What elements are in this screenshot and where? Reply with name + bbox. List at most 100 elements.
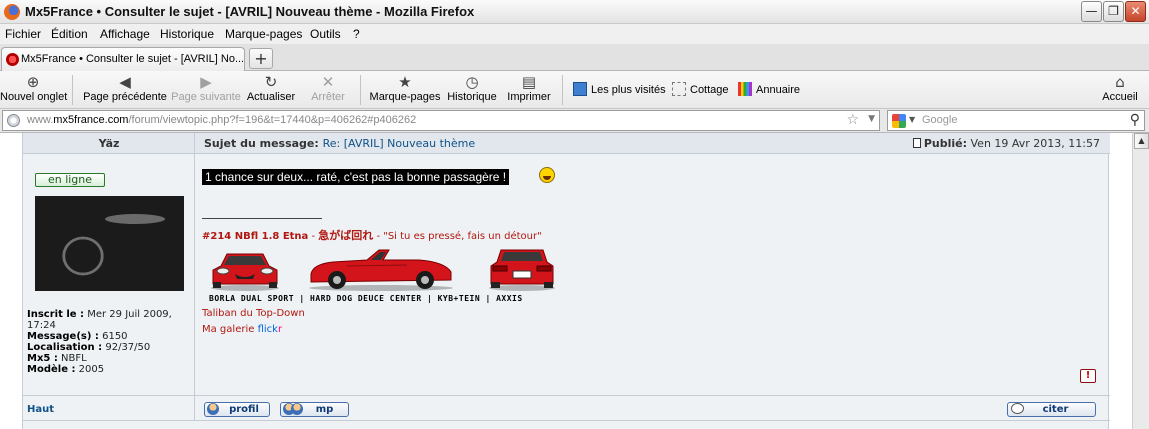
- signature-tagline: Taliban du Top-Down: [202, 308, 305, 319]
- reload-button[interactable]: ↻ Actualiser: [245, 73, 297, 107]
- private-message-button[interactable]: mp: [280, 402, 349, 417]
- signature-divider: [202, 218, 322, 219]
- bookmark-annuaire[interactable]: Annuaire: [738, 82, 800, 96]
- url-dropdown-icon[interactable]: ▼: [868, 114, 875, 124]
- post-author[interactable]: Yäz: [23, 137, 195, 150]
- stop-button[interactable]: ✕ Arrêter: [306, 73, 350, 107]
- menu-affichage[interactable]: Affichage: [100, 27, 150, 41]
- back-to-top-link[interactable]: Haut: [27, 404, 54, 415]
- subject-link[interactable]: Re: [AVRIL] Nouveau thème: [323, 137, 476, 150]
- new-tab-label: Nouvel onglet: [0, 91, 68, 103]
- search-input[interactable]: Google: [922, 114, 957, 126]
- reload-icon: ↻: [264, 73, 278, 91]
- forum-post: Yäz Sujet du message: Re: [AVRIL] Nouvea…: [22, 133, 1110, 429]
- car-windshield: [224, 256, 266, 265]
- url-text[interactable]: www.mx5france.com/forum/viewtopic.php?f=…: [27, 114, 416, 126]
- post-footer-actions: profil mp citer: [195, 395, 1110, 421]
- car-license-plate: [512, 270, 532, 279]
- url-prefix: www.: [27, 114, 54, 126]
- restore-button[interactable]: ❐: [1103, 1, 1124, 22]
- bookmark-star-icon[interactable]: ☆: [846, 112, 859, 128]
- signature-gallery: Ma galerie flickr: [202, 324, 282, 335]
- location-label: Localisation :: [27, 342, 103, 353]
- model-label: Modèle :: [27, 364, 76, 375]
- close-button[interactable]: ✕: [1125, 1, 1146, 22]
- history-label: Historique: [447, 91, 497, 103]
- post-icon[interactable]: [912, 138, 921, 148]
- car-taillight: [492, 265, 508, 272]
- car-side-view: [309, 249, 453, 291]
- bookmarks-button[interactable]: ★ Marque-pages: [369, 73, 441, 107]
- menu-outils[interactable]: Outils: [310, 27, 341, 41]
- online-status-badge: en ligne: [35, 173, 105, 187]
- menu-bar: Fichier Édition Affichage Historique Mar…: [0, 24, 1149, 44]
- bookmark-label: Cottage: [690, 84, 729, 96]
- flickr-link-part: r: [277, 324, 283, 335]
- scroll-up-button[interactable]: ▲: [1134, 133, 1149, 149]
- menu-help[interactable]: ?: [353, 27, 360, 41]
- post-message: 1 chance sur deux... raté, c'est pas la …: [202, 169, 510, 185]
- profile-details: Inscrit le : Mer 29 Juil 2009, 17:24 Mes…: [27, 309, 193, 375]
- search-box[interactable]: ▼ Google ⚲: [887, 110, 1145, 131]
- tab-active[interactable]: Mx5France • Consulter le sujet - [AVRIL]…: [1, 47, 245, 71]
- print-button[interactable]: ▤ Imprimer: [506, 73, 552, 107]
- window-titlebar[interactable]: Mx5France • Consulter le sujet - [AVRIL]…: [0, 0, 1149, 24]
- print-label: Imprimer: [507, 91, 551, 103]
- forward-button[interactable]: ▶ Page suivante: [170, 73, 242, 107]
- search-icon[interactable]: ⚲: [1130, 112, 1140, 128]
- bookmark-label: Annuaire: [756, 84, 801, 96]
- profile-messages: Message(s) : 6150: [27, 331, 193, 342]
- back-button[interactable]: ◀ Page précédente: [82, 73, 168, 107]
- navigation-toolbar: ⊕ Nouvel onglet ◀ Page précédente ▶ Page…: [0, 71, 1149, 109]
- tab-label: Mx5France • Consulter le sujet - [AVRIL]…: [21, 53, 245, 65]
- menu-edition[interactable]: Édition: [51, 27, 88, 41]
- car-wheel: [544, 282, 553, 288]
- printer-icon: ▤: [521, 73, 537, 91]
- post-date: Publié: Ven 19 Avr 2013, 11:57: [912, 137, 1101, 150]
- chevron-down-icon[interactable]: ▼: [909, 115, 915, 124]
- url-bar[interactable]: www.mx5france.com/forum/viewtopic.php?f=…: [2, 110, 880, 131]
- report-post-button[interactable]: !: [1080, 369, 1096, 383]
- site-favicon-icon: [6, 53, 19, 66]
- annuaire-icon: [738, 82, 752, 96]
- flickr-link-part: flick: [257, 324, 278, 335]
- site-identity-icon[interactable]: [7, 114, 20, 127]
- signature-separator: -: [373, 231, 384, 242]
- car-wheel: [491, 282, 500, 288]
- back-arrow-icon: ◀: [119, 73, 131, 91]
- menu-fichier[interactable]: Fichier: [5, 27, 41, 41]
- car-wheel: [269, 282, 277, 288]
- location-value: 92/37/50: [105, 342, 151, 353]
- car-wheel: [213, 282, 221, 288]
- page-icon: [672, 82, 686, 96]
- car-headlight: [216, 267, 230, 275]
- new-tab-button[interactable]: +: [249, 48, 273, 69]
- menu-historique[interactable]: Historique: [160, 27, 214, 41]
- bookmark-cottage[interactable]: Cottage: [672, 82, 729, 96]
- posted-date: Ven 19 Avr 2013, 11:57: [970, 137, 1101, 150]
- profile-joined: Inscrit le : Mer 29 Juil 2009, 17:24: [27, 309, 193, 331]
- forward-arrow-icon: ▶: [200, 73, 212, 91]
- history-button[interactable]: ◷ Historique: [446, 73, 498, 107]
- google-icon[interactable]: [892, 114, 906, 128]
- bookmark-most-visited[interactable]: Les plus visités: [573, 82, 666, 96]
- menu-marque-pages[interactable]: Marque-pages: [225, 27, 302, 41]
- signature-motto: "Si tu es pressé, fais un détour": [383, 231, 542, 242]
- car-front-view: [211, 253, 279, 291]
- laughing-smiley-icon: [539, 167, 555, 183]
- url-host: mx5france.com: [53, 114, 129, 126]
- quote-button[interactable]: citer: [1007, 402, 1096, 417]
- profile-button[interactable]: profil: [204, 402, 270, 417]
- clock-icon: ◷: [465, 73, 479, 91]
- car-shadow: [211, 285, 279, 291]
- speech-bubble-icon: [1011, 403, 1024, 414]
- vertical-scrollbar[interactable]: ▲: [1132, 133, 1149, 429]
- flickr-link[interactable]: flickr: [258, 324, 283, 335]
- post-subject-header: Sujet du message: Re: [AVRIL] Nouveau th…: [195, 133, 1110, 154]
- profile-button-label: profil: [229, 404, 259, 415]
- minimize-button[interactable]: —: [1081, 1, 1102, 22]
- new-tab-toolbar-button[interactable]: ⊕ Nouvel onglet: [0, 73, 68, 107]
- home-button[interactable]: ⌂ Accueil: [1100, 73, 1140, 107]
- joined-label: Inscrit le :: [27, 309, 85, 320]
- stop-label: Arrêter: [311, 91, 345, 103]
